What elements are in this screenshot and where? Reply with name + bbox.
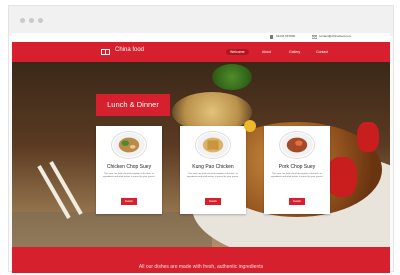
phone-icon xyxy=(270,35,273,39)
browser-chrome xyxy=(9,6,393,36)
hero-food-image: Lunch & Dinner Chicken Chop Suey This ar… xyxy=(12,62,390,247)
footer-tagline: All our dishes are made with fresh, auth… xyxy=(138,264,264,270)
window-dot-icon xyxy=(38,18,43,23)
browser-frame: 01234 567890 contact@chinafood.com China… xyxy=(8,5,394,273)
menu-card: Pork Chop Suey This area can hold a brie… xyxy=(264,126,330,214)
card-title: Chicken Chop Suey xyxy=(106,164,152,170)
herb-garnish-image xyxy=(212,64,252,90)
details-button[interactable]: Details xyxy=(121,198,137,205)
main-nav: China food Welcome About Gallery Contact xyxy=(12,42,390,62)
email-link[interactable]: contact@chinafood.com xyxy=(319,34,351,38)
card-title: Kung Pao Chicken xyxy=(192,164,234,170)
card-description: This area can hold a brief description o… xyxy=(270,173,324,178)
nav-item-about[interactable]: About xyxy=(258,49,275,55)
dish-thumbnail[interactable] xyxy=(111,131,147,159)
nav-item-welcome[interactable]: Welcome xyxy=(226,49,249,55)
bamboo-mat xyxy=(12,212,212,247)
menu-card: Kung Pao Chicken This area can hold a br… xyxy=(180,126,246,214)
details-button[interactable]: Details xyxy=(289,198,305,205)
phone-link[interactable]: 01234 567890 xyxy=(276,34,295,38)
window-dot-icon xyxy=(29,18,34,23)
footer-bar: All our dishes are made with fresh, auth… xyxy=(12,247,390,273)
book-logo-icon xyxy=(101,49,110,55)
card-description: This area can hold a brief description o… xyxy=(102,173,156,178)
card-description: This area can hold a brief description o… xyxy=(186,173,240,178)
highlight-badge xyxy=(244,120,256,132)
red-pepper-image xyxy=(357,122,379,152)
details-button[interactable]: Details xyxy=(205,198,221,205)
hero-banner: Lunch & Dinner xyxy=(96,94,170,116)
top-contact-bar: 01234 567890 contact@chinafood.com xyxy=(12,33,390,42)
red-pepper-image xyxy=(327,157,357,197)
card-title: Pork Chop Suey xyxy=(278,164,316,170)
nav-item-gallery[interactable]: Gallery xyxy=(285,49,304,55)
nav-item-contact[interactable]: Contact xyxy=(312,49,332,55)
menu-card: Chicken Chop Suey This area can hold a b… xyxy=(96,126,162,214)
site-logo[interactable]: China food xyxy=(115,47,144,53)
dish-thumbnail[interactable] xyxy=(195,131,231,159)
window-dot-icon xyxy=(20,18,25,23)
dish-thumbnail[interactable] xyxy=(279,131,315,159)
email-icon xyxy=(312,35,317,39)
